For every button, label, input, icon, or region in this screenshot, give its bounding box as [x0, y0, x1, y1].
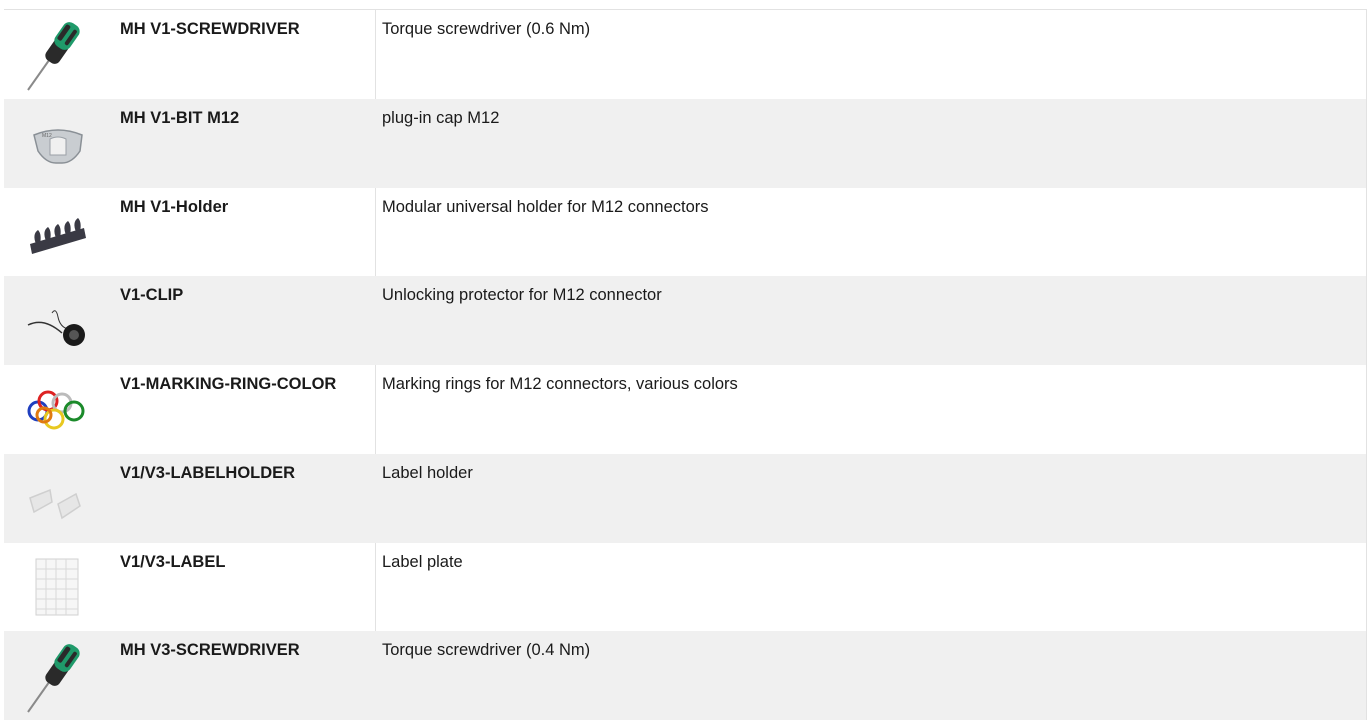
screwdriver-icon [27, 22, 80, 91]
screwdriver-icon [27, 643, 80, 713]
table-row: V1/V3-LABEL Label plate [4, 542, 1366, 632]
table-row: MH V3-SCREWDRIVER Torque screwdriver (0.… [4, 631, 1366, 720]
svg-text:M12: M12 [42, 133, 52, 139]
product-name: V1/V3-LABEL [120, 552, 226, 571]
holder-icon [30, 217, 86, 254]
accessories-table: MH V1-SCREWDRIVER Torque screwdriver (0.… [4, 9, 1367, 720]
product-name: MH V1-SCREWDRIVER [120, 20, 300, 38]
product-description: Torque screwdriver (0.6 Nm) [375, 10, 1366, 99]
product-name: V1-MARKING-RING-COLOR [120, 375, 337, 393]
product-description: Torque screwdriver (0.4 Nm) [375, 631, 1366, 720]
product-description: Label holder [375, 453, 1366, 543]
product-description: Modular universal holder for M12 connect… [375, 187, 1366, 277]
product-description: Unlocking protector for M12 connector [375, 276, 1366, 365]
table-row: MH V1-SCREWDRIVER Torque screwdriver (0.… [4, 10, 1366, 99]
table-row: V1-CLIP Unlocking protector for M12 conn… [4, 276, 1366, 365]
product-name: MH V3-SCREWDRIVER [120, 641, 300, 660]
product-name: MH V1-BIT M12 [120, 108, 240, 127]
table-row: V1-MARKING-RING-COLOR Marking rings for … [4, 365, 1366, 454]
marking-rings-icon [27, 390, 85, 430]
clip-icon [27, 309, 85, 346]
table-row: V1/V3-LABELHOLDER Label holder [4, 453, 1366, 543]
label-plate-icon [35, 558, 79, 616]
bit-cap-icon: M12 [33, 129, 83, 164]
product-description: Marking rings for M12 connectors, variou… [375, 365, 1366, 454]
product-name: V1-CLIP [120, 286, 184, 305]
product-name: V1/V3-LABELHOLDER [120, 463, 296, 482]
product-description: plug-in cap M12 [375, 98, 1366, 188]
labelholder-icon [29, 489, 81, 520]
product-name: MH V1-Holder [120, 197, 229, 216]
table-row: MH V1-Holder Modular universal holder fo… [4, 187, 1366, 277]
product-description: Label plate [375, 542, 1366, 632]
table-row: M12 MH V1-BIT M12 plug-in cap M12 [4, 98, 1366, 188]
